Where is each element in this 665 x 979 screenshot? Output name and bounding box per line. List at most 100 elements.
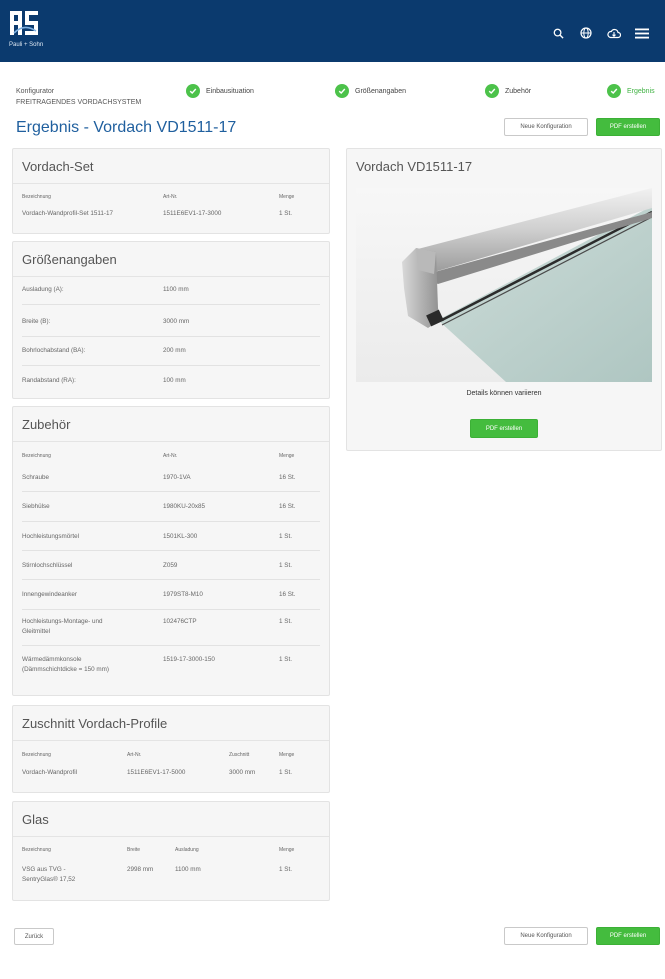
step-einbausituation[interactable]: Einbausituation bbox=[186, 84, 254, 98]
company-name: Pauli + Sohn bbox=[9, 42, 44, 48]
divider bbox=[22, 365, 320, 366]
table-cell: 1 St. bbox=[279, 533, 292, 540]
col-header: Art-Nr. bbox=[163, 194, 178, 200]
table-cell: 16 St. bbox=[279, 503, 296, 510]
size-label: Bohrlochabstand (BA): bbox=[22, 347, 86, 354]
card-title: Glas bbox=[22, 812, 49, 827]
card-vordach-set: Vordach-Set Bezeichnung Art-Nr. Menge Vo… bbox=[12, 148, 330, 234]
divider bbox=[22, 304, 320, 305]
table-cell: Z059 bbox=[163, 562, 178, 569]
table-cell: Wärmedämmkonsole (Dämmschichtdicke = 150… bbox=[22, 656, 109, 673]
step-label: Ergebnis bbox=[627, 87, 655, 95]
step-zubehoer[interactable]: Zubehör bbox=[485, 84, 531, 98]
pdf-button[interactable]: PDF erstellen bbox=[596, 118, 660, 136]
new-configuration-button[interactable]: Neue Konfiguration bbox=[504, 118, 588, 136]
table-cell: 1511E6EV1-17-5000 bbox=[127, 769, 186, 776]
table-cell: VSG aus TVG - SentryGlas® 17,52 bbox=[22, 866, 76, 883]
cloud-download-icon[interactable] bbox=[601, 25, 627, 41]
divider bbox=[22, 550, 320, 551]
step-label: Zubehör bbox=[505, 87, 532, 95]
table-cell: 1 St. bbox=[279, 562, 292, 569]
table-cell: 16 St. bbox=[279, 474, 296, 481]
image-caption: Details können variieren bbox=[466, 390, 542, 397]
divider bbox=[22, 579, 320, 580]
table-cell: 1511E6EV1-17-3000 bbox=[163, 210, 222, 217]
col-header: Art-Nr. bbox=[127, 752, 142, 758]
size-value: 3000 mm bbox=[163, 318, 190, 325]
divider bbox=[13, 183, 329, 184]
col-header: Menge bbox=[279, 194, 295, 200]
col-header: Breite bbox=[127, 847, 141, 853]
top-icons bbox=[543, 25, 655, 41]
divider bbox=[13, 276, 329, 277]
table-cell: 1519-17-3000-150 bbox=[163, 656, 215, 663]
col-header: Art-Nr. bbox=[163, 453, 178, 459]
step-ergebnis[interactable]: Ergebnis bbox=[607, 84, 655, 98]
divider bbox=[22, 521, 320, 522]
col-header: Bezeichnung bbox=[22, 194, 51, 200]
table-cell: 1980KU-20x85 bbox=[163, 503, 206, 510]
col-header: Bezeichnung bbox=[22, 752, 51, 758]
step-label: Einbausituation bbox=[206, 87, 254, 95]
card-title: Zubehör bbox=[22, 417, 71, 432]
table-cell: 2998 mm bbox=[127, 866, 154, 873]
size-label: Randabstand (RA): bbox=[22, 377, 76, 384]
back-button[interactable]: Zurück bbox=[14, 928, 54, 945]
check-icon bbox=[485, 84, 499, 98]
col-header: Menge bbox=[279, 453, 295, 459]
table-cell: Siebhülse bbox=[22, 503, 50, 510]
product-image bbox=[356, 188, 652, 382]
divider bbox=[13, 836, 329, 837]
card-title: Größenangaben bbox=[22, 252, 117, 267]
search-icon[interactable] bbox=[545, 25, 571, 41]
card-title: Vordach-Set bbox=[22, 159, 94, 174]
table-cell: Stirnlochschlüssel bbox=[22, 562, 73, 569]
logo[interactable]: Pauli + Sohn bbox=[9, 9, 55, 55]
card-zubehoer: Zubehör Bezeichnung Art-Nr. Menge Schrau… bbox=[12, 406, 330, 696]
col-header: Menge bbox=[279, 847, 295, 853]
top-bar: Pauli + Sohn bbox=[0, 0, 665, 62]
col-header: Bezeichnung bbox=[22, 847, 51, 853]
preview-title: Vordach VD1511-17 bbox=[356, 159, 473, 174]
table-cell: 3000 mm bbox=[229, 769, 256, 776]
page-title: Ergebnis - Vordach VD1511-17 bbox=[16, 119, 237, 136]
table-cell: 1 St. bbox=[279, 769, 292, 776]
check-icon bbox=[607, 84, 621, 98]
pdf-button-bottom[interactable]: PDF erstellen bbox=[596, 927, 660, 945]
table-cell: 1979ST8-M10 bbox=[163, 591, 203, 598]
table-cell: Vordach-Wandprofil bbox=[22, 769, 78, 776]
card-title: Zuschnitt Vordach-Profile bbox=[22, 716, 168, 731]
table-cell: 1501KL-300 bbox=[163, 533, 198, 540]
divider bbox=[22, 645, 320, 646]
size-value: 100 mm bbox=[163, 377, 186, 384]
table-cell: Hochleistungsmörtel bbox=[22, 533, 80, 540]
table-cell: 1 St. bbox=[279, 656, 292, 663]
col-header: Zuschnitt bbox=[229, 752, 250, 758]
size-value: 200 mm bbox=[163, 347, 186, 354]
pdf-button-preview[interactable]: PDF erstellen bbox=[470, 419, 538, 438]
new-configuration-button-bottom[interactable]: Neue Konfiguration bbox=[504, 927, 588, 945]
col-header: Bezeichnung bbox=[22, 453, 51, 459]
globe-icon[interactable] bbox=[573, 25, 599, 41]
size-label: Breite (B): bbox=[22, 318, 51, 325]
check-icon bbox=[186, 84, 200, 98]
table-cell: Innengewindeanker bbox=[22, 591, 77, 598]
menu-icon[interactable] bbox=[629, 25, 655, 41]
table-cell: Schraube bbox=[22, 474, 49, 481]
table-cell: 1970-1VA bbox=[163, 474, 191, 481]
step-label: Größenangaben bbox=[355, 87, 406, 95]
check-icon bbox=[335, 84, 349, 98]
divider bbox=[13, 740, 329, 741]
progress-steps: Einbausituation Größenangaben Zubehör Er… bbox=[0, 84, 665, 102]
col-header: Ausladung bbox=[175, 847, 199, 853]
table-cell: 1100 mm bbox=[175, 866, 201, 873]
table-cell: 1 St. bbox=[279, 618, 292, 625]
card-glas: Glas Bezeichnung Breite Ausladung Menge … bbox=[12, 801, 330, 901]
logo-mark bbox=[10, 11, 38, 35]
table-cell: Hochleistungs-Montage- und Gleitmittel bbox=[22, 618, 103, 635]
step-groessenangaben[interactable]: Größenangaben bbox=[335, 84, 406, 98]
divider bbox=[22, 336, 320, 337]
table-cell: Vordach-Wandprofil-Set 1511-17 bbox=[22, 210, 114, 217]
col-header: Menge bbox=[279, 752, 295, 758]
divider bbox=[22, 491, 320, 492]
